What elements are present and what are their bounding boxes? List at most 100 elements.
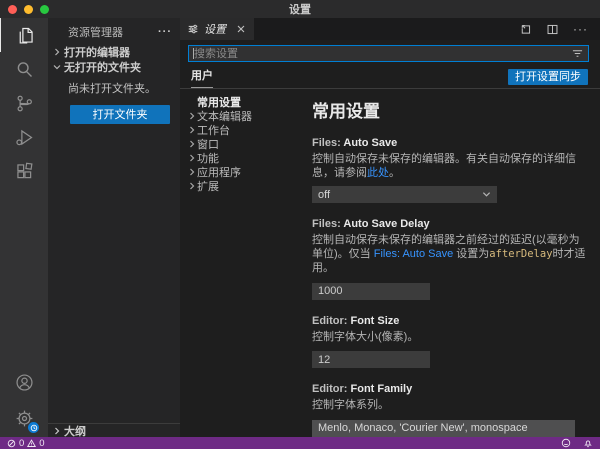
chevron-right-icon: [186, 126, 197, 134]
scope-tab-user[interactable]: 用户: [191, 67, 213, 88]
toc-item[interactable]: 工作台: [180, 123, 302, 137]
settings-heading: 常用设置: [312, 97, 586, 122]
traffic-lights: [8, 5, 49, 14]
files-icon: [15, 25, 36, 46]
maximize-window-button[interactable]: [40, 5, 49, 14]
outline-section[interactable]: 大纲: [48, 423, 180, 437]
setting-item: Editor: Font Family 控制字体系列。: [312, 383, 586, 437]
toc-item[interactable]: 扩展: [180, 179, 302, 193]
toc-item[interactable]: 应用程序: [180, 165, 302, 179]
open-settings-json-icon[interactable]: [519, 23, 532, 36]
setting-control: [312, 350, 586, 369]
settings-search-input[interactable]: [189, 47, 572, 60]
tab-bar: 设置 ···: [180, 18, 600, 40]
activity-account[interactable]: [0, 365, 48, 399]
activity-search[interactable]: [0, 52, 48, 86]
problems-status[interactable]: 0 0: [7, 438, 45, 449]
no-folder-label: 无打开的文件夹: [64, 59, 141, 75]
explorer-sidebar: 资源管理器 ··· 打开的编辑器 无打开的文件夹 尚未打开文件夹。 打开文件夹 …: [48, 18, 180, 437]
toc-item-label: 扩展: [197, 178, 219, 194]
minimize-window-button[interactable]: [24, 5, 33, 14]
editor-group: 设置 ···: [180, 18, 600, 437]
open-editors-section[interactable]: 打开的编辑器: [48, 44, 180, 59]
close-tab-icon[interactable]: [237, 25, 245, 33]
open-folder-button[interactable]: 打开文件夹: [70, 105, 170, 124]
settings-content: 常用设置 Files: Auto Save 控制自动保存未保存的编辑器。有关自动保…: [302, 89, 600, 437]
chevron-right-icon: [186, 168, 197, 176]
settings-sliders-icon: [187, 23, 199, 35]
sidebar-more-actions[interactable]: ···: [158, 29, 172, 35]
setting-category: Files:: [312, 137, 343, 149]
setting-input[interactable]: [312, 351, 430, 368]
setting-label: Files: Auto Save Delay: [312, 218, 586, 231]
setting-description-link[interactable]: 此处: [367, 167, 389, 179]
filter-icon[interactable]: [572, 48, 588, 59]
setting-description-text: 控制字体大小(像素)。: [312, 331, 418, 343]
settings-list: Files: Auto Save 控制自动保存未保存的编辑器。有关自动保存的详细信…: [312, 137, 586, 437]
setting-input[interactable]: [312, 283, 430, 300]
tab-settings[interactable]: 设置: [180, 18, 254, 40]
setting-item: Editor: Font Size控制字体大小(像素)。: [312, 315, 586, 369]
activity-run-debug[interactable]: [0, 120, 48, 154]
setting-description: 控制字体大小(像素)。: [312, 330, 586, 344]
sidebar-title: 资源管理器: [68, 24, 123, 40]
source-control-icon: [14, 93, 35, 114]
setting-description: 控制自动保存未保存的编辑器之前经过的延迟(以毫秒为单位)。仅当 Files: A…: [312, 233, 586, 275]
tab-label: 设置: [204, 21, 226, 37]
split-editor-icon[interactable]: [546, 23, 559, 36]
setting-input[interactable]: [312, 420, 575, 437]
setting-category: Files:: [312, 218, 343, 230]
search-icon: [14, 59, 35, 80]
no-folder-message: 尚未打开文件夹。: [48, 74, 180, 98]
settings-search-box[interactable]: [188, 45, 589, 62]
setting-select[interactable]: off: [312, 186, 497, 203]
settings-sync-button[interactable]: 打开设置同步: [508, 69, 588, 85]
toc-item[interactable]: 功能: [180, 151, 302, 165]
chevron-right-icon: [52, 427, 62, 435]
warning-icon: [27, 439, 36, 448]
toc-item[interactable]: 文本编辑器: [180, 109, 302, 123]
toc-item[interactable]: 窗口: [180, 137, 302, 151]
notifications-bell-icon[interactable]: [583, 438, 593, 448]
setting-control: [312, 418, 586, 437]
text-caret: [193, 48, 194, 59]
settings-sync-badge-icon: [27, 421, 40, 434]
close-window-button[interactable]: [8, 5, 17, 14]
setting-category: Editor:: [312, 315, 351, 327]
setting-category: Editor:: [312, 383, 351, 395]
setting-label: Editor: Font Family: [312, 383, 586, 396]
extensions-icon: [14, 161, 35, 182]
setting-code-value: afterDelay: [489, 248, 552, 260]
activity-extensions[interactable]: [0, 154, 48, 188]
settings-toc: 常用设置文本编辑器工作台窗口功能应用程序扩展: [180, 89, 302, 437]
setting-control: [312, 281, 586, 300]
setting-label: Files: Auto Save: [312, 137, 586, 150]
titlebar: 设置: [0, 0, 600, 18]
setting-name: Auto Save Delay: [343, 218, 429, 230]
error-icon: [7, 439, 16, 448]
no-folder-section[interactable]: 无打开的文件夹: [48, 59, 180, 74]
settings-header: 用户 打开设置同步: [180, 40, 600, 89]
toc-item[interactable]: 常用设置: [180, 95, 302, 109]
setting-description-link[interactable]: Files: Auto Save: [374, 248, 454, 260]
feedback-smiley-icon[interactable]: [561, 438, 571, 448]
vscode-window: 设置: [0, 0, 600, 449]
setting-description-text: 控制自动保存未保存的编辑器。有关自动保存的详细信息，请参阅: [312, 153, 576, 179]
activity-source-control[interactable]: [0, 86, 48, 120]
activity-explorer[interactable]: [0, 18, 49, 52]
activity-bar: [0, 18, 48, 437]
setting-item: Files: Auto Save Delay 控制自动保存未保存的编辑器之前经过的…: [312, 218, 586, 300]
error-count: 0: [19, 438, 24, 449]
more-actions-icon[interactable]: ···: [573, 25, 588, 33]
account-icon: [14, 372, 35, 393]
setting-description-text: 设置为: [453, 248, 489, 260]
chevron-right-icon: [186, 112, 197, 120]
activity-settings[interactable]: [0, 399, 48, 437]
setting-description-text: 控制字体系列。: [312, 399, 389, 411]
setting-name: Font Family: [351, 383, 413, 395]
setting-select-value: off: [318, 189, 330, 201]
setting-description: 控制字体系列。: [312, 398, 586, 412]
setting-description-text: 。: [389, 167, 400, 179]
setting-description: 控制自动保存未保存的编辑器。有关自动保存的详细信息，请参阅此处。: [312, 152, 586, 180]
status-bar: 0 0: [0, 437, 600, 449]
